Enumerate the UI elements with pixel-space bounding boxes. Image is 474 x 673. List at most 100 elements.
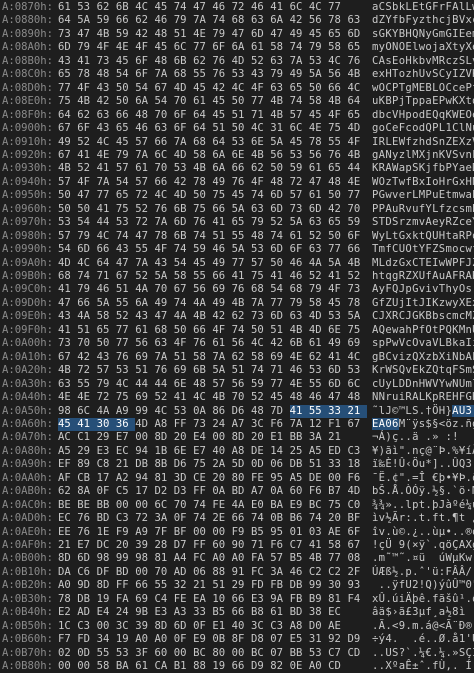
hex-byte[interactable]: 4C: [251, 122, 270, 135]
hex-byte[interactable]: 44: [135, 378, 154, 391]
hex-byte[interactable]: 51: [212, 122, 231, 135]
hex-byte[interactable]: C4: [154, 593, 173, 606]
hex-byte[interactable]: FD: [251, 579, 270, 592]
hex-byte[interactable]: 74: [251, 189, 270, 202]
hex-byte[interactable]: 63: [270, 55, 289, 68]
hex-row[interactable]: A:0A90h: EF 89 C8 21 DB 8B D6 75 2A 5D 0D 06 DB 51 33 18…: [0, 458, 474, 471]
hex-bytes[interactable]: 02 0D 55 53 3F 60 00 BC 80 00 BC 07 BB 53 C7 CD: [58, 647, 367, 660]
hex-byte[interactable]: 7A: [97, 176, 116, 189]
hex-byte[interactable]: 4F: [347, 136, 366, 149]
hex-byte[interactable]: 9B: [135, 606, 154, 619]
hex-row[interactable]: A:09A0h: 4D 4C 64 47 7A 43 54 45 49 77 57 50 46 4A 5A 4B…: [0, 257, 474, 270]
hex-byte[interactable]: 45: [212, 109, 231, 122]
hex-byte[interactable]: 94: [135, 445, 154, 458]
hex-byte[interactable]: 61: [270, 606, 289, 619]
hex-byte[interactable]: 52: [251, 391, 270, 404]
hex-byte[interactable]: 8B: [154, 458, 173, 471]
hex-bytes[interactable]: 73 47 4B 59 42 48 51 4E 79 47 6D 47 49 45 65 6D: [58, 28, 367, 41]
hex-byte[interactable]: 53: [232, 136, 251, 149]
hex-byte[interactable]: 3C: [251, 620, 270, 633]
hex-byte[interactable]: 48: [328, 176, 347, 189]
hex-byte[interactable]: 4E: [116, 41, 135, 54]
hex-byte[interactable]: 41: [97, 162, 116, 175]
hex-byte[interactable]: 0A: [193, 405, 212, 418]
hex-byte[interactable]: FF: [116, 579, 135, 592]
hex-byte[interactable]: 64: [193, 109, 212, 122]
hex-byte[interactable]: 67: [58, 149, 77, 162]
hex-byte[interactable]: 63: [154, 122, 173, 135]
hex-byte[interactable]: 45: [193, 257, 212, 270]
hex-byte[interactable]: 74: [193, 230, 212, 243]
hex-row[interactable]: A:08C0h: 65 78 48 54 6F 7A 68 55 76 53 43 79 49 5A 56 4B…: [0, 68, 474, 81]
hex-byte[interactable]: 47: [309, 176, 328, 189]
hex-byte[interactable]: EA: [193, 593, 212, 606]
hex-byte[interactable]: 3C: [251, 418, 270, 431]
hex-byte[interactable]: 5A: [270, 136, 289, 149]
hex-byte[interactable]: 79: [212, 28, 231, 41]
hex-byte[interactable]: 6C: [290, 122, 309, 135]
hex-byte[interactable]: 6B: [290, 337, 309, 350]
hex-byte[interactable]: 00: [135, 566, 154, 579]
hex-byte[interactable]: 17: [135, 485, 154, 498]
hex-bytes[interactable]: AC C1 29 E7 00 8D 20 E4 00 8D 20 E1 BB 3A 21: [58, 431, 347, 444]
hex-byte[interactable]: 00: [135, 499, 154, 512]
hex-byte[interactable]: 71: [251, 109, 270, 122]
hex-byte[interactable]: 54: [116, 176, 135, 189]
hex-byte[interactable]: 4F: [174, 337, 193, 350]
ascii-column[interactable]: ˜lJ©™LS.†ÖH}AU3!: [372, 404, 474, 418]
hex-byte[interactable]: 29: [97, 431, 116, 444]
hex-byte[interactable]: 6D: [77, 243, 96, 256]
hex-byte[interactable]: 41: [77, 149, 96, 162]
hex-byte[interactable]: 66: [154, 176, 173, 189]
hex-byte[interactable]: 55: [232, 230, 251, 243]
hex-byte[interactable]: 6E: [251, 136, 270, 149]
hex-byte[interactable]: 41: [270, 1, 289, 14]
hex-byte[interactable]: 54: [154, 95, 173, 108]
hex-bytes[interactable]: 65 78 48 54 6F 7A 68 55 76 53 43 79 49 5A 56 4B: [58, 68, 367, 81]
hex-byte[interactable]: 70: [154, 283, 173, 296]
hex-byte[interactable]: AC: [58, 431, 77, 444]
hex-byte[interactable]: 42: [212, 310, 231, 323]
hex-byte[interactable]: 50: [232, 122, 251, 135]
hex-byte[interactable]: 6F: [135, 68, 154, 81]
hex-byte[interactable]: 63: [58, 378, 77, 391]
hex-bytes[interactable]: EE 76 1E F9 A9 7F BF 00 00 F9 B5 95 01 03 AE 6F: [58, 526, 367, 539]
hex-byte[interactable]: 51: [309, 458, 328, 471]
hex-byte[interactable]: 4D: [232, 55, 251, 68]
hex-byte[interactable]: 4E: [290, 351, 309, 364]
hex-byte[interactable]: 30: [328, 579, 347, 592]
hex-byte[interactable]: 89: [77, 458, 96, 471]
hex-row[interactable]: A:08A0h: 6D 79 4F 4E 4F 45 6C 77 6F 6A 61 58 74 79 58 65…: [0, 41, 474, 54]
hex-bytes[interactable]: E2 AD E4 24 9B E3 A3 33 B5 66 B8 61 BD 38 EC: [58, 606, 347, 619]
hex-byte[interactable]: 7A: [154, 216, 173, 229]
hex-byte[interactable]: 59: [193, 243, 212, 256]
hex-byte[interactable]: 0D: [251, 458, 270, 471]
hex-byte[interactable]: 4C: [135, 1, 154, 14]
hex-byte[interactable]: 77: [232, 257, 251, 270]
hex-byte[interactable]: 47: [116, 257, 135, 270]
hex-byte[interactable]: 07: [270, 647, 289, 660]
hex-byte[interactable]: 14: [270, 445, 289, 458]
hex-byte[interactable]: 53: [116, 647, 135, 660]
hex-byte[interactable]: 4D: [174, 82, 193, 95]
hex-byte[interactable]: 75: [328, 499, 347, 512]
hex-byte[interactable]: 7A: [154, 351, 173, 364]
hex-byte[interactable]: 4A: [97, 405, 116, 418]
hex-byte[interactable]: 0B: [270, 512, 289, 525]
hex-byte[interactable]: 43: [97, 351, 116, 364]
hex-byte[interactable]: A8: [154, 418, 173, 431]
hex-byte[interactable]: F6: [347, 472, 366, 485]
hex-byte[interactable]: 01: [290, 526, 309, 539]
hex-byte[interactable]: 58: [193, 149, 212, 162]
hex-byte[interactable]: 60: [212, 539, 231, 552]
hex-byte[interactable]: 51: [77, 324, 96, 337]
hex-byte[interactable]: 47: [193, 1, 212, 14]
hex-byte[interactable]: 21: [193, 579, 212, 592]
hex-byte[interactable]: 1C: [58, 620, 77, 633]
hex-byte[interactable]: 74: [290, 41, 309, 54]
hex-byte[interactable]: 6E: [174, 445, 193, 458]
ascii-column[interactable]: .Ã.<9.m.á@<Ã¨Ð®: [372, 620, 472, 633]
hex-byte[interactable]: F1: [328, 418, 347, 431]
hex-byte[interactable]: 69: [174, 364, 193, 377]
hex-byte[interactable]: 74: [251, 364, 270, 377]
